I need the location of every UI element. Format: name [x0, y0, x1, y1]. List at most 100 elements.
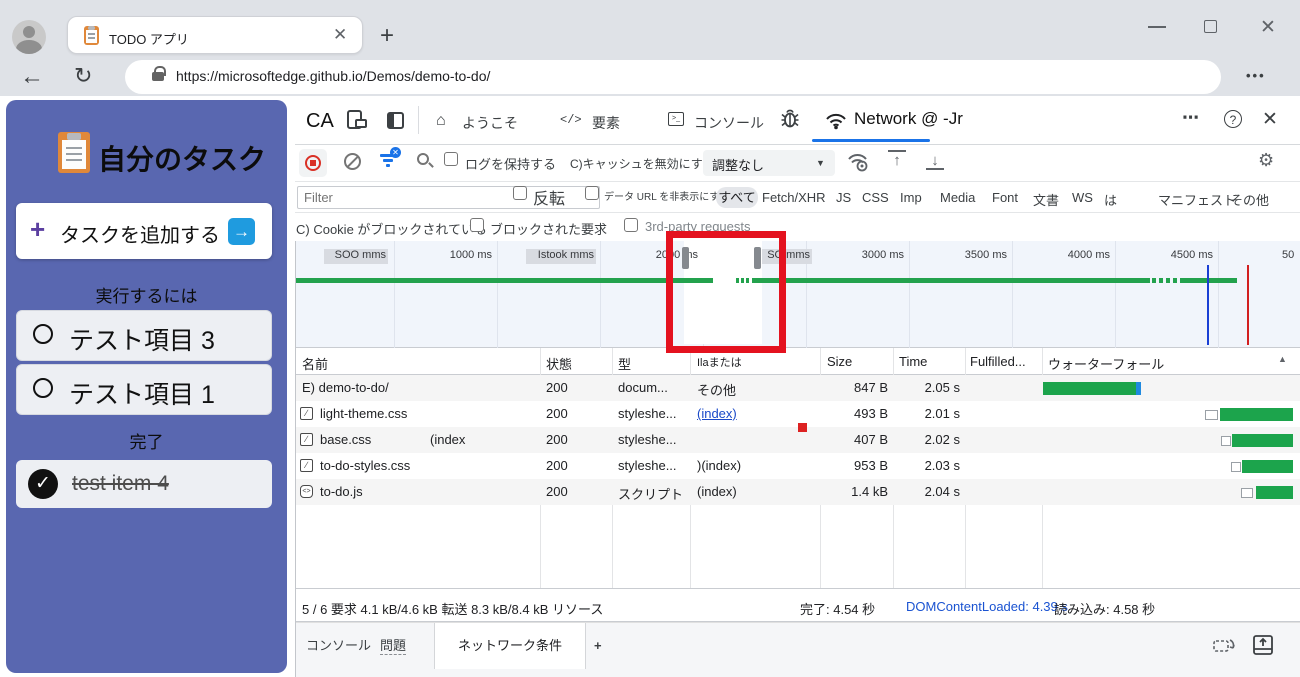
invert-filter-checkbox[interactable] [513, 186, 527, 200]
browser-menu-icon[interactable]: ••• [1246, 68, 1266, 83]
todo-unchecked-circle-icon[interactable] [33, 378, 53, 398]
add-task-box[interactable]: + タスクを追加する → [16, 203, 272, 259]
invert-filter-label[interactable]: 反転 [533, 185, 565, 209]
col-time[interactable]: Time [899, 354, 927, 369]
request-initiator-link[interactable]: (index) [697, 406, 737, 421]
filter-type-css[interactable]: CSS [862, 190, 889, 205]
filter-type-img[interactable]: Imp [900, 190, 922, 205]
filter-type-other[interactable]: その他 [1230, 190, 1269, 209]
hide-data-urls-label[interactable]: データ URL を非表示にする [604, 188, 729, 203]
browser-tab[interactable]: TODO アプリ ✕ [67, 16, 363, 54]
clear-network-log-icon[interactable] [344, 153, 361, 170]
filter-type-ws[interactable]: WS [1072, 190, 1093, 205]
dock-side-icon[interactable] [387, 112, 404, 129]
filter-type-fetchxhr[interactable]: Fetch/XHR [762, 190, 826, 205]
todo-item-label[interactable]: テスト項目 1 [69, 375, 215, 411]
request-name[interactable]: to-do.js [320, 484, 363, 499]
drawer-expand-icon[interactable] [1252, 634, 1274, 656]
url-text[interactable]: https://microsoftedge.github.io/Demos/de… [176, 68, 490, 84]
window-close-icon[interactable]: ✕ [1260, 16, 1276, 39]
lock-icon[interactable] [152, 72, 164, 81]
welcome-home-icon[interactable]: ⌂ [436, 112, 446, 130]
profile-avatar[interactable] [12, 20, 46, 54]
waterfall-bar[interactable] [1256, 486, 1293, 499]
record-network-log-button[interactable] [299, 149, 327, 177]
col-name[interactable]: 名前 [302, 354, 328, 373]
network-settings-gear-icon[interactable]: ⚙ [1258, 150, 1274, 171]
search-icon[interactable] [417, 153, 429, 165]
request-name[interactable]: light-theme.css [320, 406, 407, 421]
table-row[interactable]: <> to-do.js 200 スクリプト (index) 1.4 kB 2.0… [296, 479, 1300, 505]
tab-close-icon[interactable]: ✕ [333, 25, 347, 45]
export-har-icon[interactable]: ↓ [926, 152, 944, 170]
done-item[interactable]: ✓ test item 4 [16, 460, 272, 508]
todo-item-label[interactable]: テスト項目 3 [69, 321, 215, 357]
drawer-more-tools-button[interactable]: + [594, 623, 602, 669]
throttling-select[interactable]: 調整なし ▼ [703, 150, 835, 176]
request-name[interactable]: base.css [320, 432, 371, 447]
waterfall-bar[interactable] [1043, 382, 1136, 395]
filter-clear-badge-icon[interactable]: ✕ [390, 147, 401, 158]
import-har-icon[interactable]: ↑ [888, 150, 906, 170]
new-tab-button[interactable]: + [380, 22, 394, 50]
request-name[interactable]: to-do-styles.css [320, 458, 410, 473]
tab-elements[interactable]: 要素 [592, 113, 620, 133]
inspect-element-icon[interactable]: CA [306, 110, 334, 133]
filter-type-media[interactable]: Media [940, 190, 975, 205]
drawer-rotate-icon[interactable] [1212, 636, 1236, 656]
back-icon[interactable]: ← [20, 63, 44, 91]
todo-unchecked-circle-icon[interactable] [33, 324, 53, 344]
sort-arrow-icon[interactable]: ▲ [1278, 354, 1287, 364]
window-maximize-icon[interactable] [1204, 20, 1217, 33]
add-task-submit-button[interactable]: → [228, 218, 255, 245]
col-type[interactable]: 型 [618, 354, 631, 373]
col-status[interactable]: 状態 [546, 354, 572, 373]
device-emulation-icon[interactable] [347, 110, 362, 129]
preserve-log-checkbox[interactable] [444, 152, 458, 166]
devtools-help-icon[interactable]: ? [1224, 110, 1242, 128]
third-party-checkbox[interactable] [624, 218, 638, 232]
blocked-requests-label[interactable]: ブロックされた要求 [490, 219, 607, 238]
network-overview-timeline[interactable]: SOO mms 1000 ms Istook mms 2000 ms SO mm… [296, 241, 1300, 348]
add-task-label[interactable]: タスクを追加する [60, 219, 220, 248]
preserve-log-label[interactable]: ログを保持する [465, 154, 556, 173]
todo-item[interactable]: テスト項目 3 [16, 310, 272, 361]
elements-code-icon[interactable]: </> [560, 113, 582, 127]
drawer-tab-issues[interactable]: 問題 [380, 623, 406, 669]
table-row[interactable]: ∕ to-do-styles.css 200 styleshe... )(ind… [296, 453, 1300, 479]
devtools-close-icon[interactable]: ✕ [1262, 108, 1278, 131]
filter-funnel-icon[interactable]: ✕ [380, 152, 404, 168]
col-size[interactable]: Size [827, 354, 852, 369]
done-item-label[interactable]: test item 4 [72, 472, 169, 496]
address-bar[interactable]: https://microsoftedge.github.io/Demos/de… [125, 60, 1221, 94]
network-conditions-icon[interactable] [846, 150, 872, 172]
devtools-more-icon[interactable]: ⋯ [1182, 108, 1200, 128]
todo-item[interactable]: テスト項目 1 [16, 364, 272, 415]
filter-type-js[interactable]: JS [836, 190, 851, 205]
tab-console[interactable]: コンソール [694, 113, 764, 133]
checked-circle-icon[interactable]: ✓ [28, 469, 58, 499]
debug-bug-icon[interactable] [780, 109, 800, 129]
blocked-cookies-label[interactable]: C) Cookie がブロックされている [296, 219, 487, 238]
waterfall-bar[interactable] [1220, 408, 1293, 421]
reload-icon[interactable]: ↻ [74, 63, 92, 89]
hide-data-urls-checkbox[interactable] [585, 186, 599, 200]
request-name[interactable]: E) demo-to-do/ [302, 380, 389, 395]
console-icon[interactable]: >_ [668, 112, 684, 126]
waterfall-bar[interactable] [1242, 460, 1293, 473]
col-initiator[interactable]: Ilaまたは [697, 354, 742, 370]
table-row[interactable]: E) demo-to-do/ 200 docum... その他 847 B 2.… [296, 375, 1300, 401]
disable-cache-label[interactable]: C)キャッシュを無効にする [570, 155, 715, 172]
filter-type-doc[interactable]: 文書 [1033, 190, 1059, 209]
filter-type-manifest[interactable]: マニフェスト [1158, 190, 1236, 209]
drawer-tab-network-conditions[interactable]: ネットワーク条件 [434, 623, 586, 669]
waterfall-bar[interactable] [1232, 434, 1293, 447]
drawer-tab-console[interactable]: コンソール [306, 623, 371, 669]
col-waterfall[interactable]: ウォーターフォール [1048, 354, 1164, 373]
filter-type-all[interactable]: すべて [716, 187, 758, 208]
filter-type-font[interactable]: Font [992, 190, 1018, 205]
col-fulfilled[interactable]: Fulfilled... [970, 354, 1026, 369]
window-minimize-icon[interactable] [1148, 26, 1166, 28]
tab-network-active[interactable]: Network @ -Jr [854, 109, 963, 129]
filter-type-wasm[interactable]: は [1104, 190, 1117, 209]
